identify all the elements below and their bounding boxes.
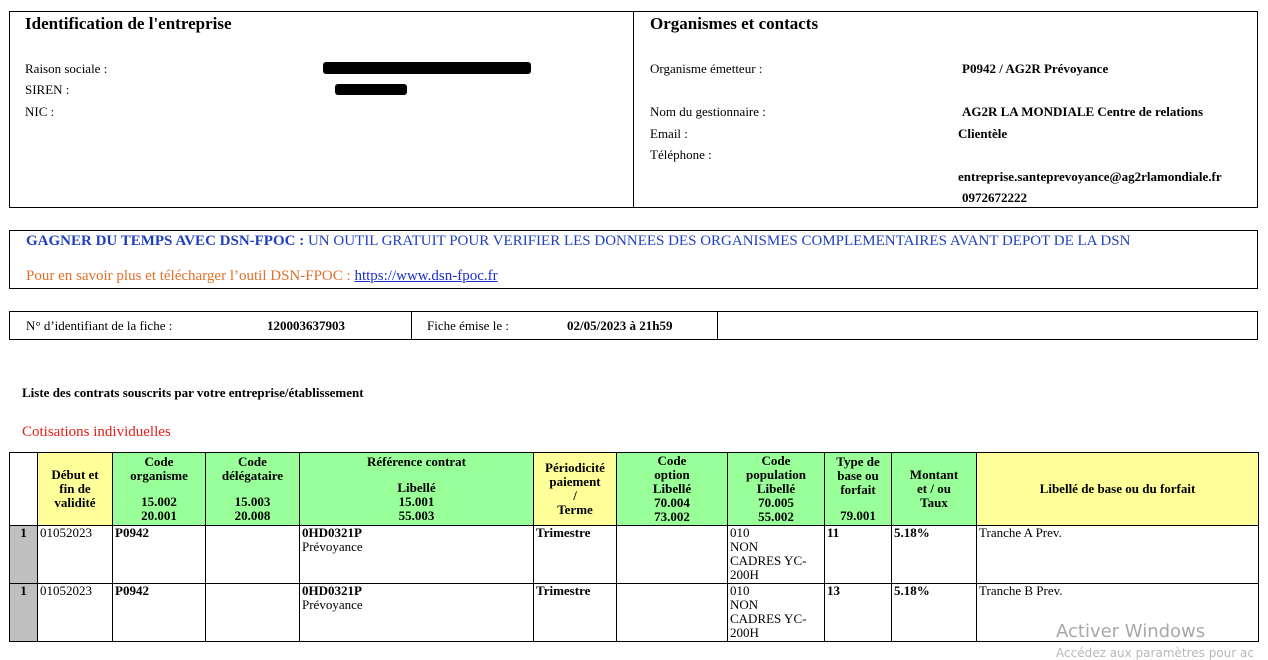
fiche-id-value: 120003637903: [267, 318, 345, 333]
row-index: 1: [9, 583, 38, 642]
cell-date: 01052023: [37, 583, 113, 642]
email-label: Email :: [650, 126, 688, 141]
cell-option: [616, 583, 728, 642]
raison-sociale-label: Raison sociale :: [25, 61, 108, 76]
table-row: 1 01052023 P0942 0HD0321P Prévoyance Tri…: [9, 525, 1259, 584]
contacts-title: Organismes et contacts: [650, 14, 819, 33]
cotisations-title: Cotisations individuelles: [22, 424, 171, 440]
fiche-id-cell: N° d’identifiant de la fiche : 120003637…: [9, 311, 412, 340]
header-code-delegataire: Code délégataire 15.003 20.008: [205, 452, 300, 526]
cell-taux: 5.18%: [891, 583, 977, 642]
cell-population: 010 NON CADRES YC- 200H: [727, 583, 825, 642]
cell-periodicite: Trimestre: [533, 583, 617, 642]
cell-organisme: P0942: [112, 525, 206, 584]
dsn-fpoc-banner: GAGNER DU TEMPS AVEC DSN-FPOC : UN OUTIL…: [9, 230, 1258, 289]
contacts-panel: Organismes et contacts Organisme émetteu…: [633, 11, 1258, 208]
cell-libelle: Tranche A Prev.: [976, 525, 1259, 584]
ref-code: 0HD0321P: [302, 583, 362, 598]
cell-organisme: P0942: [112, 583, 206, 642]
cell-type: 13: [824, 583, 892, 642]
header-code-population: Code population Libellé 70.005 55.002: [727, 452, 825, 526]
ref-label: Prévoyance: [302, 597, 363, 612]
header-code-organisme: Code organisme 15.002 20.001: [112, 452, 206, 526]
emetteur-label: Organisme émetteur :: [650, 61, 763, 76]
gestionnaire-value-line2: Clientèle: [958, 126, 1008, 141]
company-title: Identification de l'entreprise: [25, 14, 232, 33]
cell-taux: 5.18%: [891, 525, 977, 584]
banner-info: Pour en savoir plus et télécharger l’out…: [26, 268, 498, 285]
fiche-emise-value: 02/05/2023 à 21h59: [567, 318, 673, 333]
cell-option: [616, 525, 728, 584]
banner-info-text: Pour en savoir plus et télécharger l’out…: [26, 268, 355, 284]
ref-code: 0HD0321P: [302, 525, 362, 540]
telephone-label: Téléphone :: [650, 147, 712, 162]
contracts-table: Début et fin de validité Code organisme …: [9, 452, 1259, 642]
raison-sociale-redaction: [323, 62, 531, 74]
cell-reference: 0HD0321P Prévoyance: [299, 583, 534, 642]
cell-date: 01052023: [37, 525, 113, 584]
company-panel: Identification de l'entreprise Raison so…: [9, 11, 634, 208]
email-value: entreprise.santeprevoyance@ag2rlamondial…: [958, 169, 1222, 184]
cell-population: 010 NON CADRES YC- 200H: [727, 525, 825, 584]
header-code-option: Code option Libellé 70.004 73.002: [616, 452, 728, 526]
banner-headline-bold: GAGNER DU TEMPS AVEC DSN-FPOC :: [26, 233, 305, 249]
emetteur-value: P0942 / AG2R Prévoyance: [962, 61, 1109, 76]
gestionnaire-label: Nom du gestionnaire :: [650, 104, 766, 119]
fiche-empty-cell: [717, 311, 1258, 340]
cell-type: 11: [824, 525, 892, 584]
header-periodicite: Périodicité paiement / Terme: [533, 452, 617, 526]
header-libelle-base: Libellé de base ou du forfait: [976, 452, 1259, 526]
fiche-emise-label: Fiche émise le :: [427, 318, 509, 333]
siren-label: SIREN :: [25, 82, 70, 97]
header-corner: [9, 452, 38, 526]
cell-delegataire: [205, 525, 300, 584]
siren-redaction: [335, 84, 407, 95]
activation-watermark-subtitle: Accédez aux paramètres pour ac: [1056, 646, 1254, 660]
gestionnaire-value-line1: AG2R LA MONDIALE Centre de relations: [962, 104, 1204, 119]
section-title: Liste des contrats souscrits par votre e…: [22, 385, 364, 400]
cell-reference: 0HD0321P Prévoyance: [299, 525, 534, 584]
dsn-fpoc-link[interactable]: https://www.dsn-fpoc.fr: [354, 268, 497, 284]
nic-label: NIC :: [25, 104, 55, 119]
fiche-id-label: N° d’identifiant de la fiche :: [26, 318, 173, 333]
telephone-value: 0972672222: [962, 190, 1027, 205]
fiche-date-cell: Fiche émise le : 02/05/2023 à 21h59: [411, 311, 718, 340]
row-index: 1: [9, 525, 38, 584]
header-reference-contrat: Référence contrat Libellé 15.001 55.003: [299, 452, 534, 526]
banner-headline: GAGNER DU TEMPS AVEC DSN-FPOC : UN OUTIL…: [26, 233, 1130, 250]
header-montant-taux: Montant et / ou Taux: [891, 452, 977, 526]
activation-watermark-title: Activer Windows: [1056, 621, 1206, 642]
header-debut-validite: Début et fin de validité: [37, 452, 113, 526]
ref-label: Prévoyance: [302, 539, 363, 554]
banner-headline-rest: UN OUTIL GRATUIT POUR VERIFIER LES DONNE…: [304, 233, 1131, 249]
header-type-base: Type de base ou forfait 79.001: [824, 452, 892, 526]
cell-delegataire: [205, 583, 300, 642]
cell-periodicite: Trimestre: [533, 525, 617, 584]
